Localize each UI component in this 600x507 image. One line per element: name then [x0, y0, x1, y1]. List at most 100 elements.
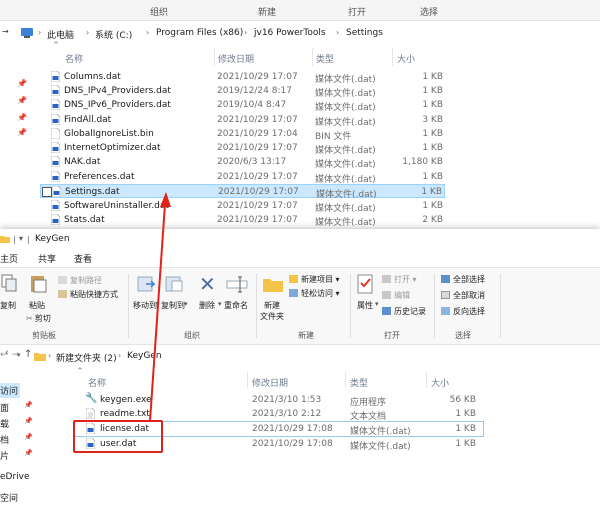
rename-button[interactable]: 重命名 [224, 300, 248, 311]
select-none-icon [441, 291, 450, 299]
nav-3d-objects[interactable]: 空间 [0, 491, 18, 504]
back-arrow-icon[interactable]: ‹ [5, 348, 9, 358]
move-to-button[interactable]: 移动到 [133, 300, 157, 311]
copy-button[interactable]: 复制 [0, 300, 16, 311]
file-row-selected[interactable]: Settings.dat 2021/10/29 17:07 媒体文件(.dat)… [40, 184, 445, 200]
tab-view[interactable]: 查看 [74, 252, 92, 265]
file-row[interactable]: GlobalIgnoreList.bin 2021/10/29 17:04 BI… [40, 127, 445, 142]
easy-access-button[interactable]: 轻松访问 ▾ [289, 288, 340, 299]
column-divider[interactable] [426, 372, 427, 388]
file-row[interactable]: FindAll.dat 2021/10/29 17:07 媒体文件(.dat) … [40, 113, 445, 128]
ribbon-divider [434, 274, 435, 338]
column-header-size[interactable]: 大小 [397, 52, 415, 65]
nav-arrow-icon[interactable]: → [2, 27, 9, 36]
nav-onedrive[interactable]: eDrive [0, 472, 30, 482]
recent-dropdown-icon[interactable]: ▾ [17, 351, 21, 359]
ribbon-group-select[interactable]: 选择 [420, 5, 438, 18]
file-row[interactable]: Columns.dat 2021/10/29 17:07 媒体文件(.dat) … [40, 70, 445, 85]
file-name: keygen.exe [100, 395, 152, 405]
breadcrumb-separator: › [38, 28, 42, 37]
ribbon-group-open[interactable]: 打开 [348, 5, 366, 18]
file-size: 1 KB [422, 201, 443, 211]
paste-button[interactable]: 粘贴 [29, 300, 45, 311]
file-row[interactable]: DNS_IPv6_Providers.dat 2019/10/4 8:47 媒体… [40, 98, 445, 113]
invert-selection-button[interactable]: 反向选择 [441, 306, 485, 317]
nav-documents[interactable]: 档 [0, 433, 9, 446]
new-folder-button[interactable]: 新建 [264, 300, 280, 311]
column-header-name[interactable]: 名称 [65, 52, 83, 65]
breadcrumb-jv16[interactable]: jv16 PowerTools [254, 28, 326, 38]
folder-icon [34, 353, 46, 361]
breadcrumb-new-folder[interactable]: 新建文件夹 (2) [56, 351, 117, 364]
paste-shortcut-button[interactable]: 粘贴快捷方式 [58, 289, 118, 300]
breadcrumb-c-drive[interactable]: 系统 (C:) [95, 28, 132, 41]
nav-downloads[interactable]: 载 [0, 417, 9, 430]
column-header-name[interactable]: 名称 [88, 376, 106, 389]
tab-home[interactable]: 主页 [0, 252, 19, 265]
new-item-button[interactable]: 新建项目 ▾ [289, 274, 340, 285]
chevron-down-icon[interactable]: ▾ [184, 300, 188, 308]
row-checkbox[interactable] [42, 187, 52, 197]
file-date: 2021/10/29 17:07 [217, 143, 298, 153]
dat-file-icon [51, 71, 60, 82]
nav-quick-access[interactable]: 访问 [0, 383, 21, 398]
navigation-pane: 访问 面 📌 载 📌 档 📌 片 📌 eDrive 空间 [0, 369, 40, 507]
select-none-button[interactable]: 全部取消 [441, 290, 485, 301]
exe-icon: 🔧 [85, 393, 98, 404]
file-name: Columns.dat [64, 72, 121, 82]
title-bar[interactable]: | ▾ | KeyGen [0, 229, 600, 249]
column-header-date[interactable]: 修改日期 [218, 52, 254, 65]
file-name: SoftwareUninstaller.dat [64, 201, 169, 211]
pin-icon: 📌 [17, 128, 27, 137]
file-size: 56 KB [449, 395, 476, 405]
file-name: DNS_IPv4_Providers.dat [64, 86, 171, 96]
open-button[interactable]: 打开 ▾ [382, 274, 417, 285]
up-arrow-icon[interactable]: ↑ [24, 349, 32, 360]
file-row[interactable]: DNS_IPv4_Providers.dat 2019/12/24 8:17 媒… [40, 84, 445, 99]
address-bar[interactable]: ← ‹ → ▾ ↑ › 新建文件夹 (2) › KeyGen [0, 347, 600, 365]
new-folder-button-line2[interactable]: 文件夹 [260, 311, 284, 322]
file-row[interactable]: Stats.dat 2021/10/29 17:07 媒体文件(.dat) 2 … [40, 213, 445, 228]
ribbon-group-new[interactable]: 新建 [258, 5, 276, 18]
chevron-down-icon[interactable]: ▾ [156, 300, 160, 308]
column-divider[interactable] [345, 372, 346, 388]
file-row[interactable]: readme.txt 2021/3/10 2:12 文本文档 1 KB [74, 407, 484, 422]
nav-desktop[interactable]: 面 [0, 401, 9, 414]
select-all-button[interactable]: 全部选择 [441, 274, 485, 285]
column-header-type[interactable]: 类型 [316, 52, 334, 65]
history-button[interactable]: 历史记录 [382, 306, 426, 317]
column-divider[interactable] [214, 48, 215, 66]
column-divider[interactable] [312, 48, 313, 66]
chevron-down-icon[interactable]: ▾ [375, 300, 379, 308]
group-label-select: 选择 [455, 331, 471, 340]
file-name: Settings.dat [65, 187, 120, 197]
chevron-down-icon[interactable]: ▾ [218, 300, 222, 308]
file-row[interactable]: Preferences.dat 2021/10/29 17:07 媒体文件(.d… [40, 170, 445, 185]
column-header-type[interactable]: 类型 [350, 376, 368, 389]
column-divider[interactable] [392, 48, 393, 66]
breadcrumb-settings[interactable]: Settings [346, 28, 383, 38]
file-row[interactable]: NAK.dat 2020/6/3 13:17 媒体文件(.dat) 1,180 … [40, 155, 445, 170]
ribbon-group-organize[interactable]: 组织 [150, 5, 168, 18]
properties-button[interactable]: 属性 [357, 300, 373, 311]
address-bar[interactable]: → › 此电脑 › 系统 (C:) › Program Files (x86) … [0, 22, 600, 42]
breadcrumb-keygen[interactable]: KeyGen [127, 351, 162, 361]
file-row[interactable]: 🔧 keygen.exe 2021/3/10 1:53 应用程序 56 KB [74, 393, 484, 408]
quick-access-dropdown-icon[interactable]: ▾ [19, 234, 23, 243]
tab-share[interactable]: 共享 [38, 252, 56, 265]
copy-to-button[interactable]: 复制到 [161, 300, 185, 311]
nav-pictures[interactable]: 片 [0, 449, 9, 462]
file-size: 1 KB [422, 100, 443, 110]
ribbon-divider [500, 274, 501, 338]
file-row[interactable]: SoftwareUninstaller.dat 2021/10/29 17:07… [40, 199, 445, 214]
column-divider[interactable] [247, 372, 248, 388]
column-header-size[interactable]: 大小 [431, 376, 449, 389]
file-row[interactable]: InternetOptimizer.dat 2021/10/29 17:07 媒… [40, 141, 445, 156]
breadcrumb-this-pc[interactable]: 此电脑 [47, 28, 74, 41]
breadcrumb-program-files[interactable]: Program Files (x86) [156, 28, 243, 38]
cut-button[interactable]: ✂ 剪切 [26, 313, 51, 324]
edit-button[interactable]: 编辑 [382, 290, 410, 301]
delete-button[interactable]: 删除 [199, 300, 215, 311]
column-header-date[interactable]: 修改日期 [252, 376, 288, 389]
copy-path-button[interactable]: 复制路径 [58, 275, 102, 286]
